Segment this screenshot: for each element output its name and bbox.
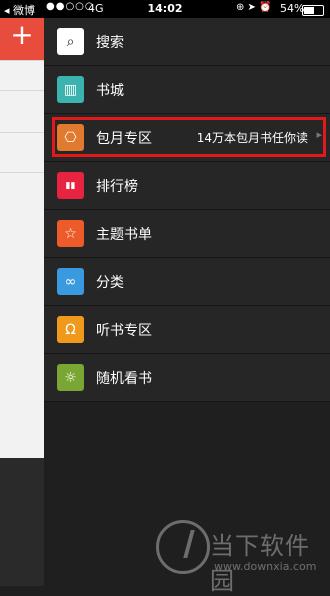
headphones-icon: Ω: [57, 316, 84, 343]
background-app: +: [0, 0, 44, 586]
divider: [0, 132, 44, 133]
menu-item-random-book[interactable]: ☼ 随机看书: [44, 354, 330, 402]
menu-item-bookstore[interactable]: ▥ 书城: [44, 66, 330, 114]
background-app-footer: [0, 458, 44, 586]
menu-item-label: 听书专区: [96, 323, 152, 339]
status-icons: ⊕ ➤ ⏰: [236, 2, 272, 13]
battery-percent: 54%: [280, 2, 305, 15]
watermark-url: www.downxia.com: [214, 560, 317, 573]
bulb-icon: ☼: [57, 364, 84, 391]
menu-item-ranking[interactable]: ▮▮ 排行榜: [44, 162, 330, 210]
add-icon[interactable]: +: [9, 21, 35, 49]
search-icon: ⌕: [57, 28, 84, 55]
menu-item-label: 随机看书: [96, 371, 152, 387]
divider: [0, 172, 44, 173]
star-icon: ☆: [57, 220, 84, 247]
menu-item-label: 分类: [96, 275, 124, 291]
menu-item-label: 排行榜: [96, 179, 138, 195]
side-menu: ⌕ 搜索 ▥ 书城 ⎔ 包月专区 14万本包月书任你读 ▸ ▮▮ 排行榜 ☆ 主…: [44, 18, 330, 586]
menu-item-label: 搜索: [96, 35, 124, 51]
watermark-logo: [156, 520, 210, 574]
menu-item-label: 主题书单: [96, 227, 152, 243]
category-icon: ∞: [57, 268, 84, 295]
divider: [0, 60, 44, 61]
ranking-icon: ▮▮: [57, 172, 84, 199]
menu-item-category[interactable]: ∞ 分类: [44, 258, 330, 306]
status-bar: ◂ 微博 ●●○○○ 4G 14:02 ⊕ ➤ ⏰ 54%: [0, 0, 330, 18]
menu-item-label: 书城: [96, 83, 124, 99]
divider: [0, 90, 44, 91]
menu-item-theme-booklist[interactable]: ☆ 主题书单: [44, 210, 330, 258]
battery-icon: [302, 5, 324, 16]
menu-item-audiobooks[interactable]: Ω 听书专区: [44, 306, 330, 354]
highlight-box: [52, 117, 326, 157]
bookstore-icon: ▥: [57, 76, 84, 103]
menu-item-search[interactable]: ⌕ 搜索: [44, 18, 330, 66]
